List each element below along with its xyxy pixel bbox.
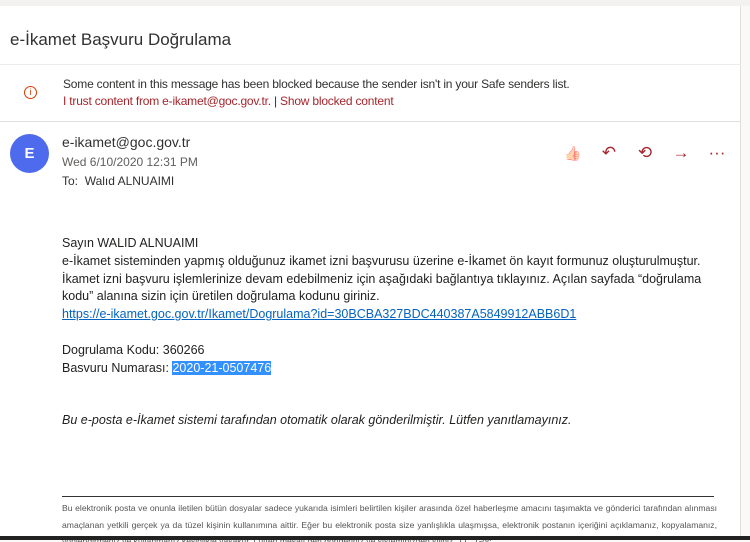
blocked-content-banner: i Some content in this message has been …	[0, 65, 741, 122]
greeting: Sayın WALID ALNUAIMI	[62, 236, 199, 250]
like-icon[interactable]: 👍	[560, 142, 586, 164]
reading-pane: e-İkamet Başvuru Doğrulama i Some conten…	[0, 6, 741, 542]
recipient-name[interactable]: Walıd ALNUAIMI	[85, 174, 175, 188]
body-paragraph: e-İkamet sisteminden yapmış olduğunuz ik…	[62, 253, 702, 304]
sent-date: Wed 6/10/2020 12:31 PM	[62, 155, 198, 169]
reply-all-icon[interactable]: ⟲	[632, 142, 658, 164]
trust-sender-link[interactable]: I trust content from e-ikamet@goc.gov.tr…	[63, 94, 271, 108]
verification-code-line: Dogrulama Kodu: 360266	[62, 342, 732, 360]
bottom-bar	[0, 536, 750, 540]
verification-code: 360266	[162, 342, 205, 357]
link-separator: |	[273, 94, 277, 108]
to-label: To:	[62, 174, 79, 188]
auto-generated-note: Bu e-posta e-İkamet sistemi tarafından o…	[62, 413, 572, 428]
footer-divider	[62, 496, 714, 497]
avatar[interactable]: E	[10, 134, 49, 173]
info-circle-icon: i	[24, 86, 37, 99]
recipients: To: Walıd ALNUAIMI	[62, 174, 174, 188]
more-icon[interactable]: ···	[704, 142, 730, 164]
application-label: Basvuru Numarası:	[62, 360, 169, 375]
application-number-line: Basvuru Numarası: 2020-21-0507476	[62, 360, 732, 378]
verification-link[interactable]: https://e-ikamet.goc.gov.tr/Ikamet/Dogru…	[62, 307, 576, 321]
reply-icon[interactable]: ↶	[596, 142, 622, 164]
sender-email[interactable]: e-ikamet@goc.gov.tr	[62, 134, 190, 150]
email-subject: e-İkamet Başvuru Doğrulama	[10, 30, 232, 49]
blocked-message: Some content in this message has been bl…	[63, 77, 570, 91]
message-body: Sayın WALID ALNUAIMI e-İkamet sisteminde…	[62, 235, 732, 430]
forward-icon[interactable]: →	[668, 142, 694, 164]
message-actions: 👍 ↶ ⟲ → ···	[560, 142, 730, 164]
show-blocked-content-link[interactable]: Show blocked content	[280, 94, 394, 108]
code-label: Dogrulama Kodu:	[62, 342, 160, 357]
application-number[interactable]: 2020-21-0507476	[172, 360, 272, 375]
